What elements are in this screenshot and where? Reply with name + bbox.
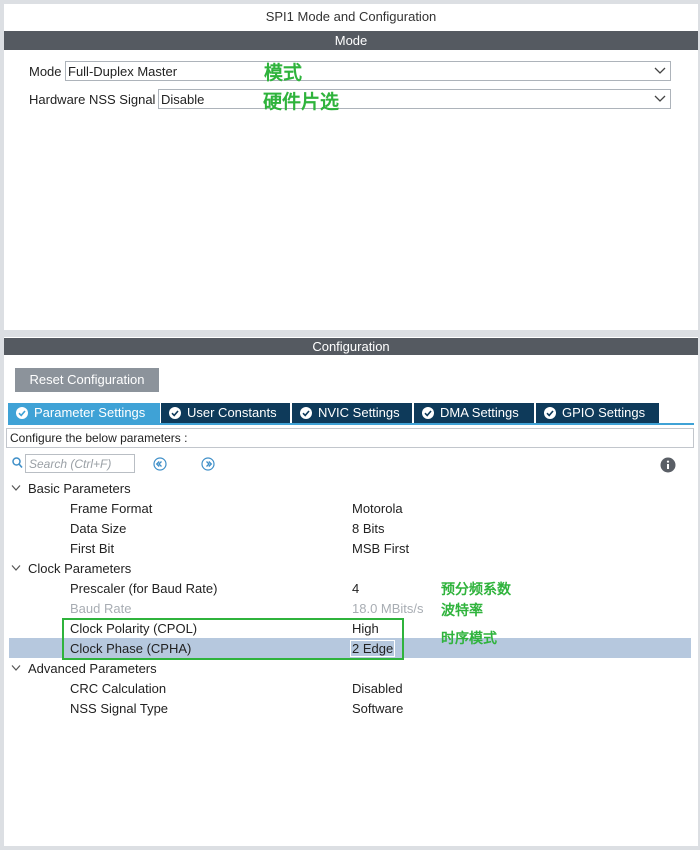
chevron-down-icon (11, 485, 21, 491)
baud-rate-annotation: 波特率 (441, 602, 483, 618)
chevron-down-icon (654, 95, 666, 102)
param-name: Frame Format (70, 501, 153, 516)
previous-result-icon[interactable] (153, 457, 167, 471)
window-title: SPI1 Mode and Configuration (265, 9, 437, 24)
check-circle-icon (300, 407, 312, 419)
param-value: MSB First (352, 541, 410, 556)
param-name: Prescaler (for Baud Rate) (70, 581, 218, 596)
group-basic-parameters[interactable]: Basic Parameters (4, 478, 698, 498)
nss-annotation: 硬件片选 (263, 92, 340, 113)
param-name: First Bit (70, 541, 115, 556)
configuration-panel: Configuration Reset Configuration Parame… (4, 337, 698, 846)
hint-box: Configure the below parameters : (6, 428, 694, 448)
param-value: Software (352, 701, 404, 716)
timing-mode-annotation: 时序模式 (441, 630, 497, 646)
next-result-icon[interactable] (201, 457, 215, 471)
param-name: CRC Calculation (70, 681, 167, 696)
highlight-box (62, 618, 404, 660)
tab-gpio-settings[interactable]: GPIO Settings (536, 403, 659, 423)
mode-select-value: Full-Duplex Master (68, 64, 178, 79)
search-input[interactable] (25, 454, 135, 473)
tab-label: GPIO Settings (562, 405, 646, 420)
check-circle-icon (422, 407, 434, 419)
chevron-down-icon (11, 565, 21, 571)
param-name: NSS Signal Type (70, 701, 169, 716)
prescaler-annotation: 预分频系数 (441, 581, 511, 597)
param-value: 4 (352, 581, 360, 596)
tab-user-constants[interactable]: User Constants (161, 403, 290, 423)
param-value: 8 Bits (352, 521, 385, 536)
param-row-data-size[interactable]: Data Size 8 Bits (4, 518, 698, 538)
tab-strip-underline (8, 423, 694, 425)
tab-label: DMA Settings (440, 405, 519, 420)
nss-select-value: Disable (161, 92, 205, 107)
check-circle-icon (169, 407, 181, 419)
tab-dma-settings[interactable]: DMA Settings (414, 403, 534, 423)
nss-select[interactable]: Disable (158, 89, 671, 109)
mode-section-header: Mode (4, 31, 698, 50)
check-circle-icon (544, 407, 556, 419)
group-advanced-parameters[interactable]: Advanced Parameters (4, 658, 698, 678)
tab-parameter-settings[interactable]: Parameter Settings (8, 403, 160, 423)
mode-annotation: 模式 (264, 63, 303, 84)
configuration-section-header: Configuration (4, 338, 698, 355)
chevron-down-icon (11, 665, 21, 671)
nss-label: Hardware NSS Signal (29, 92, 156, 107)
search-icon (12, 457, 23, 469)
mode-select[interactable]: Full-Duplex Master (65, 61, 671, 81)
tab-label: NVIC Settings (318, 405, 400, 420)
mode-panel: SPI1 Mode and Configuration Mode Mode Fu… (4, 4, 698, 330)
param-value: Motorola (352, 501, 403, 516)
hint-text: Configure the below parameters : (10, 431, 188, 445)
param-name: Data Size (70, 521, 127, 536)
group-name: Clock Parameters (28, 561, 132, 576)
group-clock-parameters[interactable]: Clock Parameters (4, 558, 698, 578)
param-row-baud-rate: Baud Rate 18.0 MBits/s (4, 598, 698, 618)
param-row-first-bit[interactable]: First Bit MSB First (4, 538, 698, 558)
param-value: Disabled (352, 681, 403, 696)
tab-nvic-settings[interactable]: NVIC Settings (292, 403, 412, 423)
tab-label: User Constants (187, 405, 277, 420)
chevron-down-icon (654, 67, 666, 74)
group-name: Basic Parameters (28, 481, 131, 496)
param-row-frame-format[interactable]: Frame Format Motorola (4, 498, 698, 518)
tab-label: Parameter Settings (34, 405, 146, 420)
param-value: 18.0 MBits/s (352, 601, 424, 616)
group-name: Advanced Parameters (28, 661, 157, 676)
mode-label: Mode (29, 64, 62, 79)
reset-configuration-button[interactable]: Reset Configuration (15, 368, 159, 392)
param-row-prescaler[interactable]: Prescaler (for Baud Rate) 4 (4, 578, 698, 598)
param-row-crc-calculation[interactable]: CRC Calculation Disabled (4, 678, 698, 698)
param-row-nss-signal-type[interactable]: NSS Signal Type Software (4, 698, 698, 718)
check-circle-icon (16, 407, 28, 419)
param-name: Baud Rate (70, 601, 132, 616)
info-icon[interactable] (660, 457, 676, 473)
